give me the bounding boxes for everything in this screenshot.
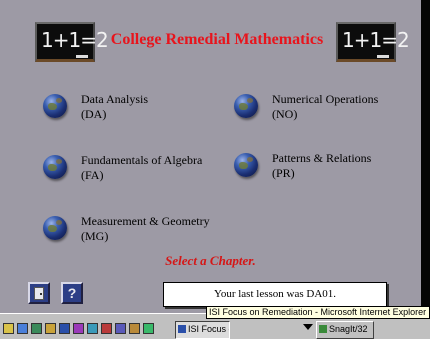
door-icon: [34, 286, 44, 300]
eraser-icon: [76, 55, 88, 58]
chapter-data-analysis[interactable]: Data Analysis (DA): [43, 92, 148, 122]
outlook-icon[interactable]: [17, 323, 28, 334]
globe-icon[interactable]: [43, 155, 67, 179]
chapter-fundamentals-of-algebra[interactable]: Fundamentals of Algebra (FA): [43, 153, 202, 183]
remedial-math-app: 1+1=2 College Remedial Mathematics 1+1=2…: [0, 0, 421, 313]
window-edge: [421, 0, 430, 313]
taskbar-button-label: SnagIt/32: [329, 324, 368, 334]
chevron-down-icon[interactable]: [303, 324, 313, 330]
chapter-name[interactable]: Patterns & Relations: [272, 151, 371, 166]
desktop-icon[interactable]: [31, 323, 42, 334]
program-icon[interactable]: [115, 323, 126, 334]
globe-icon[interactable]: [43, 216, 67, 240]
program-icon[interactable]: [143, 323, 154, 334]
tooltip: ISI Focus on Remediation - Microsoft Int…: [206, 306, 430, 319]
chapter-patterns-relations[interactable]: Patterns & Relations (PR): [234, 151, 371, 181]
page-title: College Remedial Mathematics: [110, 31, 324, 48]
chapter-code[interactable]: (MG): [81, 229, 210, 244]
globe-icon[interactable]: [234, 94, 258, 118]
taskbar-button-isi-focus[interactable]: ISI Focus o...: [175, 321, 230, 339]
chapter-code[interactable]: (DA): [81, 107, 148, 122]
question-mark-icon: ?: [67, 285, 77, 301]
chalkboard-logo-right: 1+1=2: [336, 22, 410, 62]
chalkboard-text: 1+1=2: [342, 28, 410, 52]
chapter-name[interactable]: Fundamentals of Algebra: [81, 153, 202, 168]
snagit-icon: [319, 325, 327, 333]
program-icon[interactable]: [129, 323, 140, 334]
chapter-name[interactable]: Data Analysis: [81, 92, 148, 107]
last-lesson-status: Your last lesson was DA01.: [163, 282, 387, 307]
taskbar-button-label: ISI Focus o...: [188, 324, 229, 334]
globe-icon[interactable]: [234, 153, 258, 177]
chapter-numerical-operations[interactable]: Numerical Operations (NO): [234, 92, 378, 122]
select-chapter-prompt: Select a Chapter.: [165, 253, 256, 268]
chalkboard-logo-left: 1+1=2: [35, 22, 109, 62]
eraser-icon: [377, 55, 389, 58]
globe-icon[interactable]: [43, 94, 67, 118]
exit-button[interactable]: [28, 282, 50, 304]
chapter-code[interactable]: (NO): [272, 107, 378, 122]
taskbar-button-snagit[interactable]: SnagIt/32: [316, 321, 374, 339]
chapter-name[interactable]: Measurement & Geometry: [81, 214, 210, 229]
program-icon[interactable]: [73, 323, 84, 334]
ie-icon: [178, 325, 186, 333]
chapter-measurement-geometry[interactable]: Measurement & Geometry (MG): [43, 214, 210, 244]
chapter-code[interactable]: (FA): [81, 168, 202, 183]
chapter-name[interactable]: Numerical Operations: [272, 92, 378, 107]
program-icon[interactable]: [87, 323, 98, 334]
ie-icon[interactable]: [3, 323, 14, 334]
program-icon[interactable]: [59, 323, 70, 334]
explorer-icon[interactable]: [45, 323, 56, 334]
help-button[interactable]: ?: [61, 282, 83, 304]
chapter-code[interactable]: (PR): [272, 166, 371, 181]
program-icon[interactable]: [101, 323, 112, 334]
